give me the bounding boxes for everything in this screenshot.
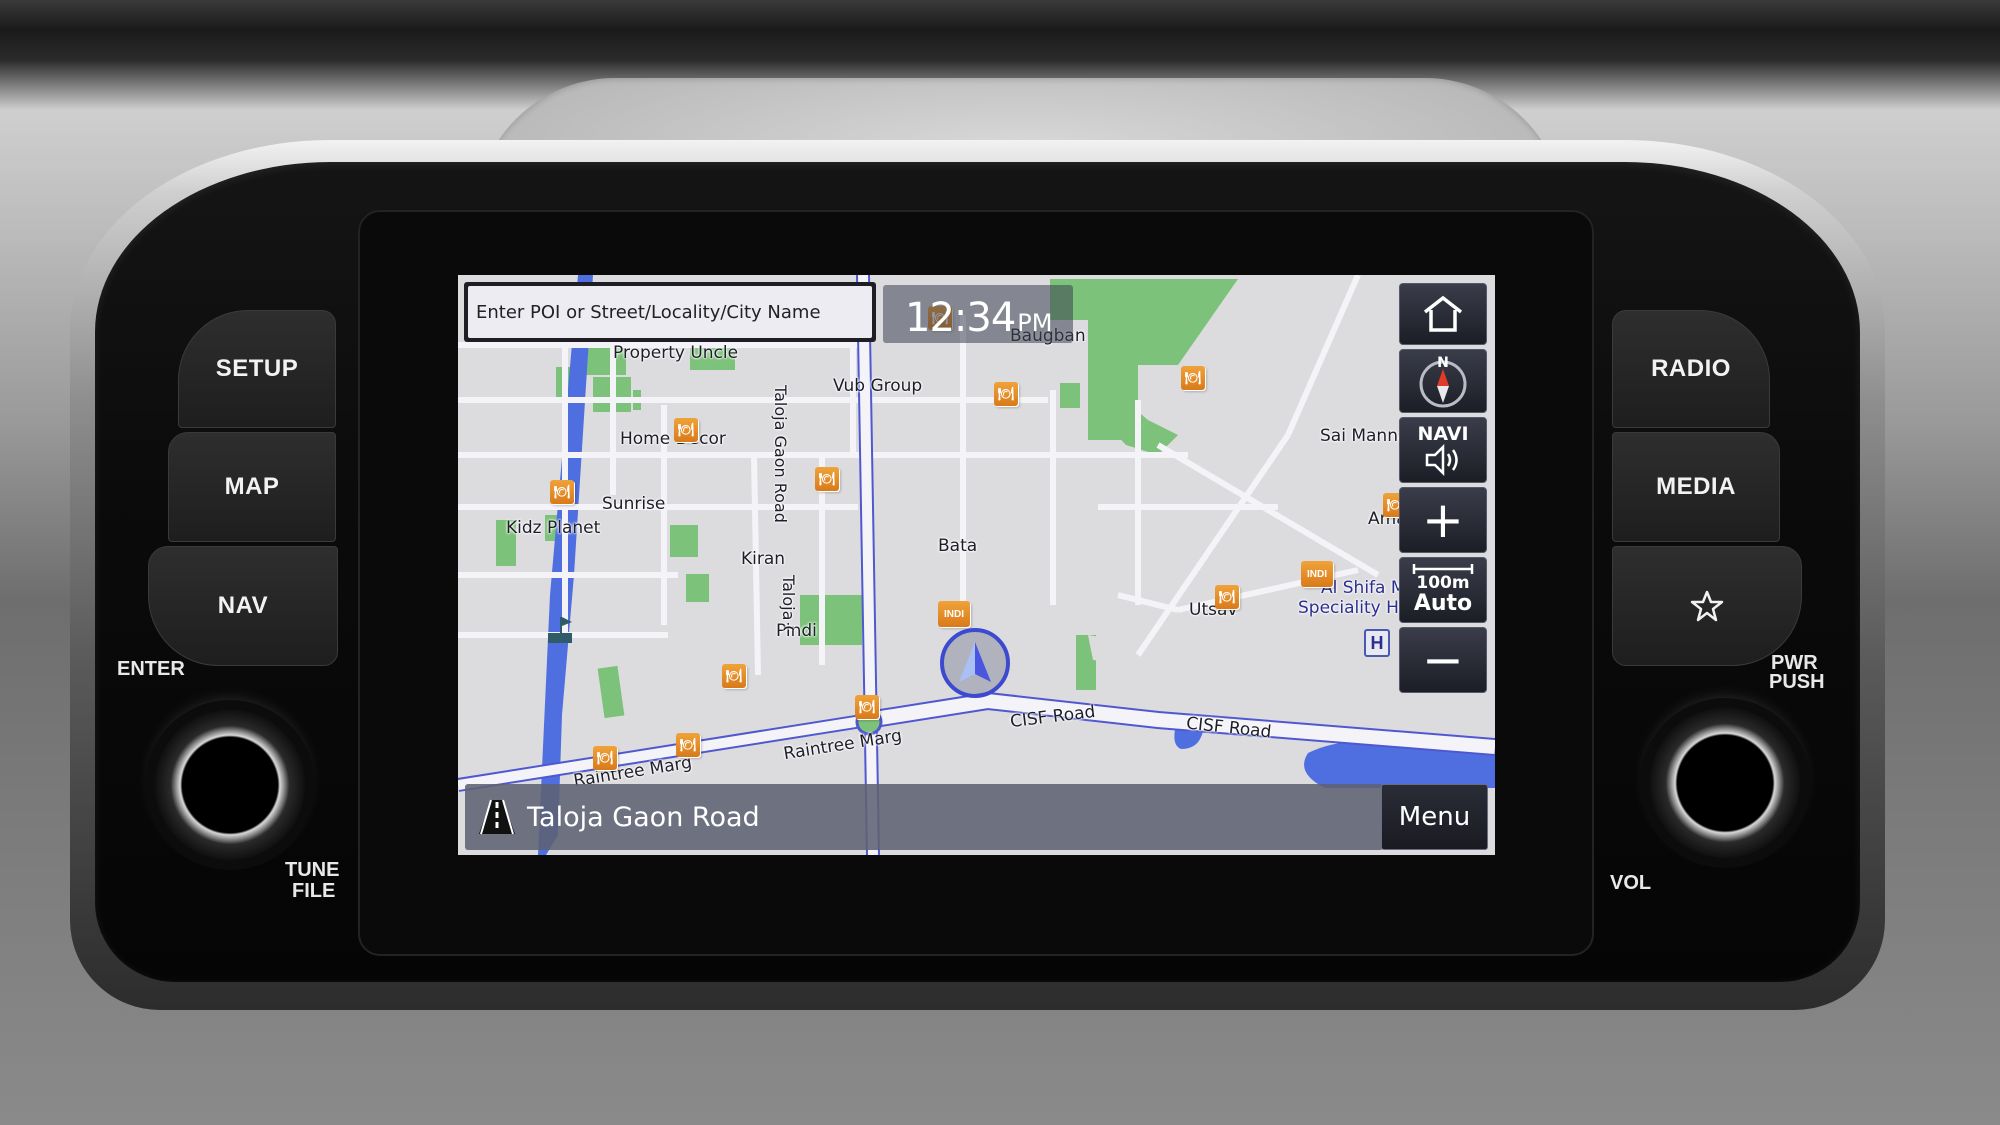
park xyxy=(1060,383,1080,408)
nav-label: NAV xyxy=(217,592,269,619)
scale-distance: 100m xyxy=(1416,573,1470,593)
vehicle-position-marker xyxy=(940,628,1010,698)
restaurant-icon: 🍽 xyxy=(818,471,836,486)
hospital-poi[interactable]: H xyxy=(1364,629,1390,657)
compass-north-label: N xyxy=(1437,355,1449,371)
park xyxy=(670,525,698,557)
navigation-screen[interactable]: Property Uncle Baugban Vub Group Home De… xyxy=(458,275,1495,855)
search-placeholder: Enter POI or Street/Locality/City Name xyxy=(476,301,821,323)
radio-button[interactable]: RADIO xyxy=(1612,310,1770,428)
media-button[interactable]: MEDIA xyxy=(1612,432,1780,542)
navi-volume-button[interactable]: NAVI xyxy=(1399,417,1487,483)
zoom-out-button[interactable]: − xyxy=(1399,627,1487,693)
zoom-in-icon: + xyxy=(1422,491,1464,549)
indi-icon: INDI xyxy=(1307,568,1327,580)
volume-power-knob[interactable] xyxy=(1650,708,1800,858)
setup-button[interactable]: SETUP xyxy=(178,310,336,428)
radio-label: RADIO xyxy=(1651,355,1731,382)
map-label: Sunrise xyxy=(602,494,666,514)
restaurant-icon: 🍽 xyxy=(1184,370,1202,385)
road-icon xyxy=(479,799,515,835)
file-label: FILE xyxy=(292,880,336,902)
compass-icon: N xyxy=(1419,355,1467,408)
restaurant-icon: 🍽 xyxy=(679,737,697,752)
scale-mode: Auto xyxy=(1413,591,1473,616)
search-input[interactable]: Enter POI or Street/Locality/City Name xyxy=(468,286,872,338)
media-label: MEDIA xyxy=(1656,473,1736,500)
map-label: Home Decor xyxy=(620,429,726,449)
setup-label: SETUP xyxy=(215,355,299,382)
zoom-in-button[interactable]: + xyxy=(1399,487,1487,553)
restaurant-icon: 🍽 xyxy=(725,668,743,683)
road-label: Taloja Gaon Road xyxy=(771,385,790,523)
compass-button[interactable]: N xyxy=(1399,349,1487,413)
restaurant-icon: 🍽 xyxy=(553,484,571,499)
current-road-bar: Taloja Gaon Road xyxy=(465,784,1383,850)
flag-icon xyxy=(548,617,574,650)
indi-icon: INDI xyxy=(944,608,964,620)
map-label: Bata xyxy=(938,536,978,556)
restaurant-icon: 🍽 xyxy=(858,699,876,714)
restaurant-poi[interactable]: 🍽 xyxy=(674,418,698,442)
hospital-icon: H xyxy=(1370,632,1384,653)
home-button[interactable] xyxy=(1399,283,1487,345)
map-label: Kidz Planet xyxy=(506,518,601,538)
restaurant-poi[interactable]: 🍽 xyxy=(815,467,839,491)
star-icon xyxy=(1690,590,1724,622)
indian-restaurant-poi[interactable]: INDI xyxy=(1301,561,1333,587)
menu-button[interactable]: Menu xyxy=(1381,784,1488,850)
park xyxy=(686,574,709,602)
nav-button[interactable]: NAV xyxy=(148,546,338,666)
restaurant-poi[interactable]: 🍽 xyxy=(676,733,700,757)
restaurant-poi[interactable]: 🍽 xyxy=(855,695,879,719)
restaurant-poi[interactable]: 🍽 xyxy=(550,480,574,504)
restaurant-poi[interactable]: 🍽 xyxy=(1181,366,1205,390)
enter-label: ENTER xyxy=(117,658,185,680)
speaker-icon xyxy=(1425,444,1458,476)
clock-display: 12:34 PM xyxy=(883,285,1073,343)
tune-label: TUNE xyxy=(285,859,340,881)
clock-time: 12:34 xyxy=(905,295,1016,341)
restaurant-poi[interactable]: 🍽 xyxy=(722,664,746,688)
home-icon xyxy=(1423,295,1463,332)
indian-restaurant-poi[interactable]: INDI xyxy=(938,601,970,627)
map-button[interactable]: MAP xyxy=(168,432,336,542)
restaurant-poi[interactable]: 🍽 xyxy=(1215,585,1239,609)
restaurant-poi[interactable]: 🍽 xyxy=(593,746,617,770)
clock-ampm: PM xyxy=(1017,309,1053,337)
tune-file-knob[interactable] xyxy=(155,710,305,860)
restaurant-icon: 🍽 xyxy=(596,750,614,765)
current-road-name: Taloja Gaon Road xyxy=(527,801,760,833)
zoom-out-icon: − xyxy=(1422,631,1464,689)
restaurant-icon: 🍽 xyxy=(677,422,695,437)
destination-search-field[interactable]: Enter POI or Street/Locality/City Name xyxy=(464,282,876,342)
navigation-arrow-icon xyxy=(959,642,991,682)
push-label: PUSH xyxy=(1769,671,1825,693)
map-label: Property Uncle xyxy=(613,343,739,363)
restaurant-poi[interactable]: 🍽 xyxy=(994,382,1018,406)
restaurant-icon: 🍽 xyxy=(997,386,1015,401)
map-label: Vub Group xyxy=(833,376,923,396)
map-label: Kiran xyxy=(741,549,786,569)
navi-label: NAVI xyxy=(1417,423,1469,445)
favorite-button[interactable] xyxy=(1612,546,1802,666)
map-scale-button[interactable]: 100m Auto xyxy=(1399,557,1487,623)
vol-label: VOL xyxy=(1610,872,1652,894)
map-label: MAP xyxy=(224,473,280,500)
restaurant-icon: 🍽 xyxy=(1218,589,1236,604)
menu-label: Menu xyxy=(1398,802,1471,832)
